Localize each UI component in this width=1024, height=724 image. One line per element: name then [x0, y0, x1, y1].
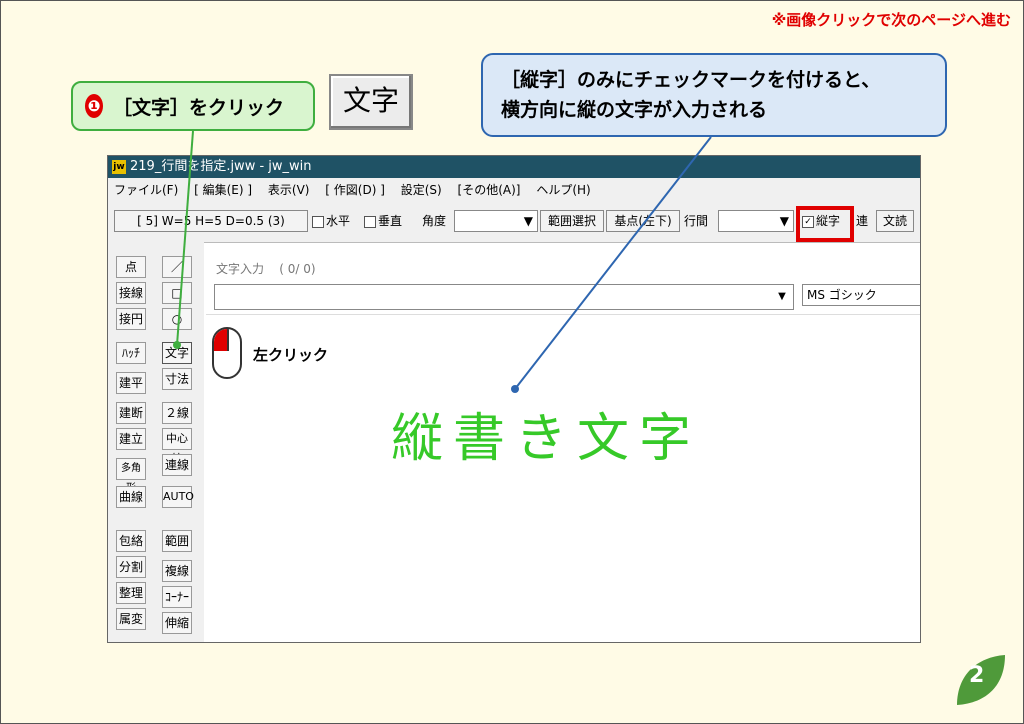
- blue-pointer-line: [514, 136, 712, 390]
- blue-pointer-dot: [511, 385, 519, 393]
- green-pointer-line: [176, 130, 194, 346]
- slide[interactable]: ※画像クリックで次のページへ進む ❶ ［文字］をクリック 文字 ［縦字］のみにチ…: [0, 0, 1024, 724]
- connector-lines: [173, 130, 712, 393]
- page-number: 2: [969, 663, 985, 688]
- green-pointer-dot: [173, 341, 181, 349]
